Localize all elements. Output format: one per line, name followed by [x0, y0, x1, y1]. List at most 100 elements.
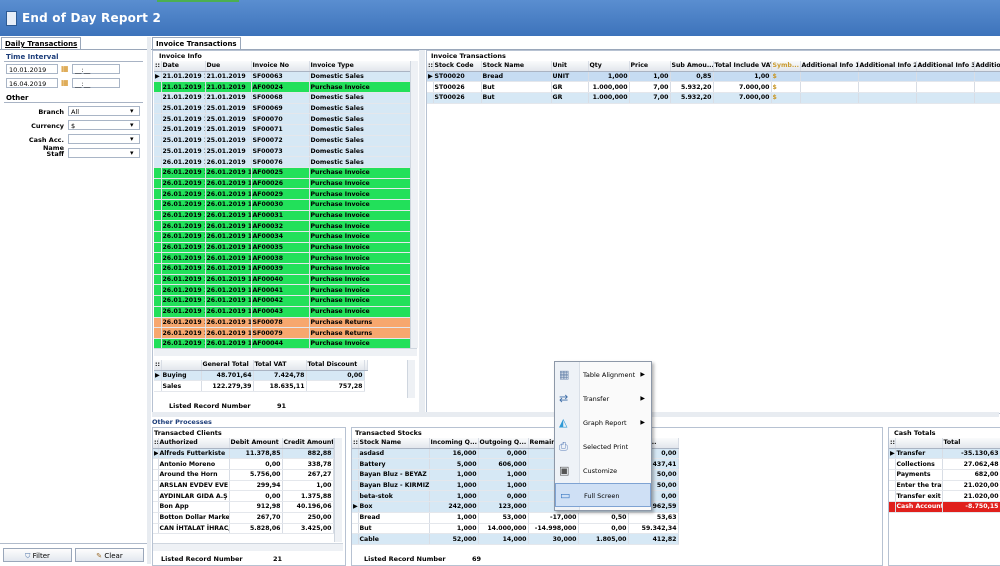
calendar-icon[interactable]: ▦: [61, 64, 69, 73]
table-row[interactable]: Cable 52,000 14,000 30,000 1.805,00 412,82: [352, 533, 679, 545]
table-row[interactable]: 26.01.2019 1 26.01.2019 1 AF00031 Purchase …: [154, 210, 411, 222]
table-row[interactable]: 26.01.2019 1 26.01.2019 1 AF00026 Purchase …: [154, 178, 411, 190]
clear-button[interactable]: ✎ Clear: [75, 548, 144, 562]
time-from-field[interactable]: __:__: [72, 64, 120, 74]
column-header[interactable]: Additio: [974, 61, 1000, 72]
invoice-hscroll[interactable]: [154, 348, 417, 356]
table-row[interactable]: 26.01.2019 1 26.01.2019 1 AF00043 Purchase …: [154, 306, 411, 318]
table-row[interactable]: ▶ Buying 48.701,64 7.424,78 0,00: [154, 370, 368, 382]
table-row[interactable]: Bread 1,000 53,000 -17,000 0,50 53,63: [352, 512, 679, 524]
column-header[interactable]: Due: [205, 61, 252, 72]
table-row[interactable]: 21.01.2019 1 21.01.2019 AF00024 Purchase In…: [154, 81, 411, 94]
chevron-down-icon[interactable]: ▾: [130, 107, 134, 115]
column-header[interactable]: Qty: [588, 61, 630, 72]
table-row[interactable]: 26.01.2019 1 26.01.2019 1 AF00035 Purchase …: [154, 242, 411, 254]
column-header[interactable]: Stock Name: [358, 438, 430, 449]
column-header[interactable]: Incoming Q...: [429, 438, 479, 449]
menu-item-full-screen[interactable]: ▭ Full Screen: [555, 483, 651, 507]
menu-item-graph-report[interactable]: ◭ Graph Report ▶: [555, 411, 651, 435]
table-row[interactable]: 25.01.2019 1 25.01.2019 SF00073 Domestic Sa…: [154, 146, 411, 158]
table-row[interactable]: ST00026 But GR 1.000,000 7,00 5.932,20 7.000,0…: [427, 81, 1000, 94]
column-header[interactable]: General Total: [201, 360, 254, 371]
column-header[interactable]: Authorized: [158, 438, 230, 449]
column-header[interactable]: Additional Info 3: [916, 61, 975, 72]
table-row[interactable]: 26.01.2019 1 26.01.2019 1 AF00032 Purchase …: [154, 220, 411, 232]
column-header[interactable]: Stock Name: [481, 61, 552, 72]
table-row[interactable]: ST00026 But GR 1.000,000 7,00 5.932,20 7.000,0…: [427, 92, 1000, 104]
table-row[interactable]: Payments 682,00: [889, 469, 1000, 481]
table-row[interactable]: 25.01.2019 1 25.01.2019 SF00069 Domestic Sa…: [154, 103, 411, 115]
table-row[interactable]: 21.01.2019 1 21.01.2019 SF00068 Domestic Sa…: [154, 92, 411, 104]
menu-item-customize[interactable]: ▣ Customize: [555, 459, 651, 483]
chevron-down-icon[interactable]: ▾: [130, 135, 134, 143]
table-row[interactable]: Enter the tran 21.020,00: [889, 480, 1000, 492]
table-row[interactable]: Transfer exit 21.020,00: [889, 490, 1000, 503]
column-header[interactable]: Total VAT: [253, 360, 307, 371]
table-row[interactable]: 26.01.2019 1 26.01.2019 1 AF00029 Purchase …: [154, 188, 411, 200]
column-header[interactable]: Outgoing Q...: [478, 438, 529, 449]
chevron-down-icon[interactable]: ▾: [130, 121, 134, 129]
menu-item-transfer[interactable]: ⇄ Transfer ▶: [555, 387, 651, 411]
table-row[interactable]: 26.01.2019 1 26.01.2019 1 AF00025 Purchase …: [154, 167, 411, 179]
table-row[interactable]: 26.01.2019 1 26.01.2019 1 AF00039 Purchase …: [154, 263, 411, 275]
table-row[interactable]: AYDINLAR GIDA A.Ş 0,00 1.375,88: [153, 490, 334, 503]
table-row[interactable]: 26.01.2019 1 26.01.2019 1 SF00079 Purchase …: [154, 327, 411, 339]
table-row[interactable]: 26.01.2019 1 26.01.2019 1 AF00041 Purchase …: [154, 284, 411, 297]
invoice-vscroll[interactable]: [410, 61, 418, 348]
column-header[interactable]: Sub Amou...: [670, 61, 714, 72]
table-row[interactable]: But 1,000 14.000,000 -14.998,000 0,00 59.342,…: [352, 523, 679, 535]
column-header[interactable]: Total Include VAT: [713, 61, 772, 72]
table-row[interactable]: ▶ 21.01.2019 1 21.01.2019 SF00063 Domestic S…: [154, 71, 411, 83]
chevron-down-icon[interactable]: ▾: [130, 149, 134, 157]
table-row[interactable]: 26.01.2019 1 26.01.2019 1 AF00042 Purchase …: [154, 295, 411, 307]
left-splitter[interactable]: [147, 37, 151, 564]
cell-out: 53,000: [478, 512, 529, 524]
column-header[interactable]: Credit Amount: [282, 438, 334, 449]
table-row[interactable]: 26.01.2019 1 26.01.2019 1 AF00040 Purchase …: [154, 274, 411, 286]
column-header[interactable]: Stock Code: [433, 61, 482, 72]
column-header[interactable]: Unit: [551, 61, 589, 72]
table-row[interactable]: Antonio Moreno 0,00 338,78: [153, 458, 334, 471]
cell-type: Purchase Invoice: [309, 306, 411, 318]
column-header[interactable]: Total Discount: [306, 360, 365, 371]
table-row[interactable]: 26.01.2019 1 26.01.2019 SF00076 Domestic Sa…: [154, 156, 411, 168]
table-row[interactable]: Bon App 912,98 40.196,06: [153, 501, 334, 513]
table-row[interactable]: 26.01.2019 1 26.01.2019 1 AF00030 Purchase …: [154, 199, 411, 211]
table-row[interactable]: 26.01.2019 1 26.01.2019 1 AF00038 Purchase …: [154, 252, 411, 265]
table-row[interactable]: ▶Alfreds Futterkiste11.378,85882,88: [153, 448, 334, 460]
table-row[interactable]: ▶ ST00020 Bread UNIT 1,000 1,00 0,85 1,00 $: [427, 71, 1000, 83]
column-header[interactable]: Debit Amount: [229, 438, 283, 449]
table-row[interactable]: Cash Account -8.750,15: [889, 501, 1000, 513]
calendar-icon[interactable]: ▦: [61, 78, 69, 87]
time-to-field[interactable]: __:__: [72, 78, 120, 88]
clients-hscroll[interactable]: [153, 543, 343, 551]
date-to-field[interactable]: 16.04.2019: [6, 78, 58, 88]
menu-item-table-alignment[interactable]: ▦ Table Alignment ▶: [555, 363, 651, 387]
table-row[interactable]: Botton Dollar Market 267,70 250,00: [153, 512, 334, 524]
filter-button[interactable]: ⛉ Filter: [3, 548, 72, 562]
column-header[interactable]: Additional Info 2: [858, 61, 917, 72]
date-from-field[interactable]: 10.01.2019: [6, 64, 58, 74]
table-row[interactable]: 26.01.2019 1 26.01.2019 1 AF00034 Purchase …: [154, 231, 411, 243]
column-header[interactable]: Symb...: [771, 61, 801, 72]
column-header[interactable]: Invoice Type: [309, 61, 411, 72]
column-header[interactable]: Price: [629, 61, 671, 72]
table-row[interactable]: 25.01.2019 1 25.01.2019 SF00071 Domestic Sa…: [154, 124, 411, 136]
table-row[interactable]: ARSLAN EVDEV EVE T/299,941,00: [153, 480, 334, 492]
table-row[interactable]: ▶ Transfer -35.130,63: [889, 448, 1000, 460]
table-row[interactable]: 25.01.2019 1 25.01.2019 SF00070 Domestic Sa…: [154, 113, 411, 126]
totals-vscroll[interactable]: [407, 360, 415, 398]
cell-name: Botton Dollar Market: [158, 512, 230, 524]
menu-item-selected-print[interactable]: ⎙ Selected Print: [555, 435, 651, 459]
middle-splitter[interactable]: [419, 50, 425, 412]
clients-vscroll[interactable]: [334, 438, 342, 542]
column-header[interactable]: Date: [161, 61, 206, 72]
table-row[interactable]: Collections 27.062,48: [889, 458, 1000, 471]
table-row[interactable]: Sales 122.279,39 18.635,11 757,28: [154, 380, 368, 393]
table-row[interactable]: 25.01.2019 1 25.01.2019 SF00072 Domestic Sa…: [154, 135, 411, 147]
column-header[interactable]: Invoice No: [251, 61, 310, 72]
table-row[interactable]: CAN İHTALAT İHRAC/5.828,06 3.425,00: [153, 523, 334, 535]
column-header[interactable]: Additional Info 1: [800, 61, 859, 72]
table-row[interactable]: Around the Horn 5.756,00 267,27: [153, 469, 334, 481]
table-row[interactable]: 26.01.2019 1 26.01.2019 1 SF00078 Purchase …: [154, 317, 411, 329]
